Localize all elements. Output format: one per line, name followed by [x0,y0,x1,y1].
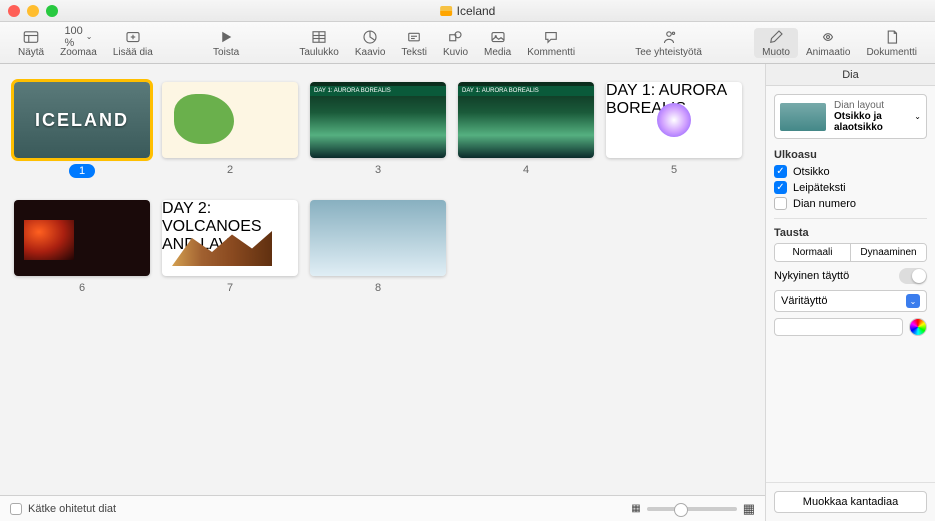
body-checkbox[interactable]: ✓ [774,181,787,194]
slide-header-text: DAY 1: AURORA BOREALIS [606,82,742,118]
slide-thumbnail[interactable]: DAY 1: AURORA BOREALIS [606,82,742,158]
slide-cell[interactable]: DAY 1: AURORA BOREALIS 5 [606,82,742,178]
text-button[interactable]: Teksti [393,28,435,58]
slide-header-text: DAY 1: AURORA BOREALIS [310,86,446,96]
fill-color-well[interactable] [774,318,903,336]
slide-number: 3 [375,164,381,176]
fill-type-value: Väritäyttö [781,295,827,307]
slide-number: 6 [79,282,85,294]
slide-number: 5 [671,164,677,176]
format-button[interactable]: Muoto [754,28,798,58]
table-button[interactable]: Taulukko [291,28,346,58]
layout-value: Otsikko ja alaotsikko [834,111,906,133]
light-table[interactable]: ICELAND12DAY 1: AURORA BOREALIS3DAY 1: A… [0,64,765,495]
document-button[interactable]: Dokumentti [858,28,925,58]
background-mode-segment[interactable]: Normaali Dynaaminen [774,243,927,262]
slide-thumbnail[interactable]: ICELAND [14,82,150,158]
slide-thumbnail[interactable] [14,200,150,276]
add-slide-button[interactable]: Lisää dia [105,28,161,58]
layout-thumb-icon [780,103,826,131]
close-icon[interactable] [8,5,20,17]
slide-number: 4 [523,164,529,176]
hide-skipped-label: Kätke ohitetut diat [28,503,116,515]
view-button[interactable]: Näytä [10,28,52,58]
thumbnail-zoom-slider[interactable] [647,507,737,511]
window-title: Iceland [440,4,496,18]
slide-number: 1 [69,164,95,178]
slide-number: 8 [375,282,381,294]
inspector-tab-dia[interactable]: Dia [766,64,935,86]
window-titlebar: Iceland [0,0,935,22]
slide-cell[interactable]: ICELAND 1 [14,82,150,178]
slide-thumbnail[interactable] [310,200,446,276]
title-checkbox[interactable]: ✓ [774,165,787,178]
media-button[interactable]: Media [476,28,519,58]
slide-cell[interactable]: DAY 1: AURORA BOREALIS 4 [458,82,594,178]
chevron-down-icon: ⌄ [914,112,921,121]
current-fill-label: Nykyinen täyttö [774,270,849,282]
appearance-heading: Ulkoasu [774,149,927,161]
bottom-bar: Kätke ohitetut diat ▦ ▦ [0,495,765,521]
main-area: ICELAND12DAY 1: AURORA BOREALIS3DAY 1: A… [0,64,935,521]
document-icon [440,6,452,16]
edit-master-button[interactable]: Muokkaa kantadiaa [774,491,927,513]
inspector-panel: Dia Dian layout Otsikko ja alaotsikko ⌄ … [765,64,935,521]
slidenum-checkbox-label: Dian numero [793,198,856,210]
dropdown-icon: ⌄ [906,294,920,308]
play-button[interactable]: Toista [205,28,247,58]
grid-small-icon[interactable]: ▦ [631,503,640,514]
body-checkbox-label: Leipäteksti [793,182,846,194]
slide-number: 2 [227,164,233,176]
slide-thumbnail[interactable]: DAY 2: VOLCANOES AND LAVA [162,200,298,276]
slide-thumbnail[interactable]: DAY 1: AURORA BOREALIS [310,82,446,158]
minimize-icon[interactable] [27,5,39,17]
grid-large-icon[interactable]: ▦ [743,501,755,517]
slide-thumbnail[interactable]: DAY 1: AURORA BOREALIS [458,82,594,158]
slide-header-text: DAY 1: AURORA BOREALIS [458,86,594,96]
slide-number: 7 [227,282,233,294]
slide-title-text: ICELAND [35,110,129,131]
slide-cell[interactable]: DAY 1: AURORA BOREALIS 3 [310,82,446,178]
animate-button[interactable]: Animaatio [798,28,858,58]
hide-skipped-checkbox[interactable] [10,503,22,515]
chart-button[interactable]: Kaavio [347,28,394,58]
slide-cell[interactable]: DAY 2: VOLCANOES AND LAVA 7 [162,200,298,294]
collaborate-button[interactable]: Tee yhteistyötä [627,28,710,58]
seg-normal[interactable]: Normaali [775,244,850,261]
window-title-text: Iceland [457,4,496,18]
background-heading: Tausta [774,227,927,239]
slide-header-text: DAY 2: VOLCANOES AND LAVA [162,200,298,254]
slide-cell[interactable]: 6 [14,200,150,294]
fill-type-select[interactable]: Väritäyttö ⌄ [774,290,927,312]
slidenum-checkbox[interactable] [774,197,787,210]
slide-cell[interactable]: 8 [310,200,446,294]
color-wheel-icon[interactable] [909,318,927,336]
title-checkbox-label: Otsikko [793,166,830,178]
seg-dynamic[interactable]: Dynaaminen [850,244,926,261]
slide-layout-selector[interactable]: Dian layout Otsikko ja alaotsikko ⌄ [774,94,927,139]
traffic-lights [8,5,58,17]
toolbar: Näytä 100 %⌄ Zoomaa Lisää dia Toista Tau… [0,22,935,64]
maximize-icon[interactable] [46,5,58,17]
shape-button[interactable]: Kuvio [435,28,476,58]
comment-button[interactable]: Kommentti [519,28,583,58]
slide-thumbnail[interactable] [162,82,298,158]
current-fill-toggle[interactable] [899,268,927,284]
zoom-button[interactable]: 100 %⌄ Zoomaa [52,28,105,58]
slide-cell[interactable]: 2 [162,82,298,178]
layout-label: Dian layout [834,100,906,111]
